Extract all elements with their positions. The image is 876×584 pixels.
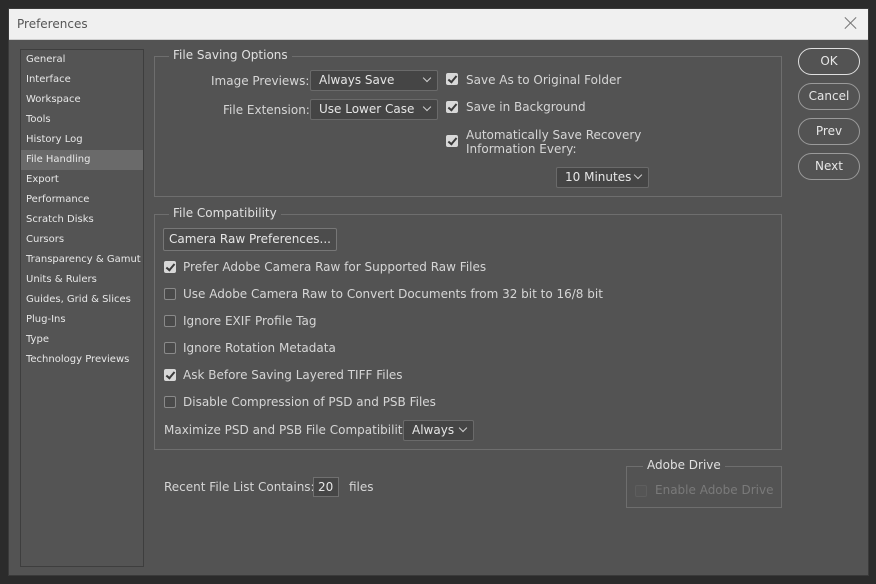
sidebar-item-performance[interactable]: Performance [21,190,143,210]
auto-save-recovery-label-line2: Information Every: [466,142,577,156]
enable-adobe-drive-checkbox[interactable] [635,485,647,497]
sidebar-item-technology-previews[interactable]: Technology Previews [21,350,143,370]
maximize-compatibility-value: Always [412,423,455,437]
ask-layered-tiff-checkbox[interactable] [164,369,176,381]
sidebar-item-workspace[interactable]: Workspace [21,90,143,110]
sidebar-item-cursors[interactable]: Cursors [21,230,143,250]
sidebar-item-export[interactable]: Export [21,170,143,190]
adobe-drive-title: Adobe Drive [643,458,725,472]
auto-save-recovery-checkbox[interactable] [446,135,458,147]
file-extension-label: File Extension: [223,103,310,117]
sidebar-item-scratch-disks[interactable]: Scratch Disks [21,210,143,230]
save-in-background-checkbox[interactable] [446,101,458,113]
save-as-original-label: Save As to Original Folder [466,73,622,87]
recent-file-count-input[interactable]: 20 [313,477,339,497]
auto-save-interval-value: 10 Minutes [565,170,632,184]
ignore-exif-label: Ignore EXIF Profile Tag [183,314,317,328]
sidebar-item-guides-grid-slices[interactable]: Guides, Grid & Slices [21,290,143,310]
save-in-background-label: Save in Background [466,100,586,114]
convert-32bit-checkbox[interactable] [164,288,176,300]
image-previews-value: Always Save [319,73,395,87]
recent-file-suffix: files [349,480,374,494]
sidebar-item-file-handling[interactable]: File Handling [21,150,143,170]
camera-raw-preferences-button[interactable]: Camera Raw Preferences... [163,228,337,251]
convert-32bit-label: Use Adobe Camera Raw to Convert Document… [183,287,603,301]
sidebar-item-general[interactable]: General [21,50,143,70]
file-extension-dropdown[interactable]: Use Lower Case [310,99,438,120]
sidebar-item-transparency-gamut[interactable]: Transparency & Gamut [21,250,143,270]
category-list: General Interface Workspace Tools Histor… [20,49,144,567]
file-compatibility-title: File Compatibility [169,206,281,220]
file-saving-options-title: File Saving Options [169,48,292,62]
sidebar-item-units-rulers[interactable]: Units & Rulers [21,270,143,290]
ignore-rotation-label: Ignore Rotation Metadata [183,341,336,355]
ignore-exif-checkbox[interactable] [164,315,176,327]
sidebar-item-type[interactable]: Type [21,330,143,350]
prev-button[interactable]: Prev [798,118,860,145]
ignore-rotation-checkbox[interactable] [164,342,176,354]
chevron-down-icon [635,172,642,179]
chevron-down-icon [424,104,431,111]
sidebar-item-plug-ins[interactable]: Plug-Ins [21,310,143,330]
title-bar: Preferences [9,9,868,40]
sidebar-item-interface[interactable]: Interface [21,70,143,90]
disable-compression-checkbox[interactable] [164,396,176,408]
maximize-compatibility-label: Maximize PSD and PSB File Compatibility: [164,423,413,437]
ask-layered-tiff-label: Ask Before Saving Layered TIFF Files [183,368,403,382]
auto-save-interval-dropdown[interactable]: 10 Minutes [556,167,649,188]
auto-save-recovery-label-line1: Automatically Save Recovery [466,128,642,142]
chevron-down-icon [460,425,467,432]
close-icon[interactable] [842,14,860,32]
prefer-camera-raw-checkbox[interactable] [164,261,176,273]
disable-compression-label: Disable Compression of PSD and PSB Files [183,395,436,409]
cancel-button[interactable]: Cancel [798,83,860,110]
window-title: Preferences [17,17,88,31]
recent-file-list-label: Recent File List Contains: [164,480,315,494]
maximize-compatibility-dropdown[interactable]: Always [403,420,474,441]
file-extension-value: Use Lower Case [319,102,415,116]
image-previews-label: Image Previews: [211,74,310,88]
save-as-original-checkbox[interactable] [446,73,458,85]
next-button[interactable]: Next [798,153,860,180]
ok-button[interactable]: OK [798,48,860,75]
enable-adobe-drive-label: Enable Adobe Drive [655,483,774,497]
chevron-down-icon [424,75,431,82]
prefer-camera-raw-label: Prefer Adobe Camera Raw for Supported Ra… [183,260,487,274]
image-previews-dropdown[interactable]: Always Save [310,70,438,91]
sidebar-item-tools[interactable]: Tools [21,110,143,130]
preferences-dialog: Preferences General Interface Workspace … [8,8,869,576]
sidebar-item-history-log[interactable]: History Log [21,130,143,150]
